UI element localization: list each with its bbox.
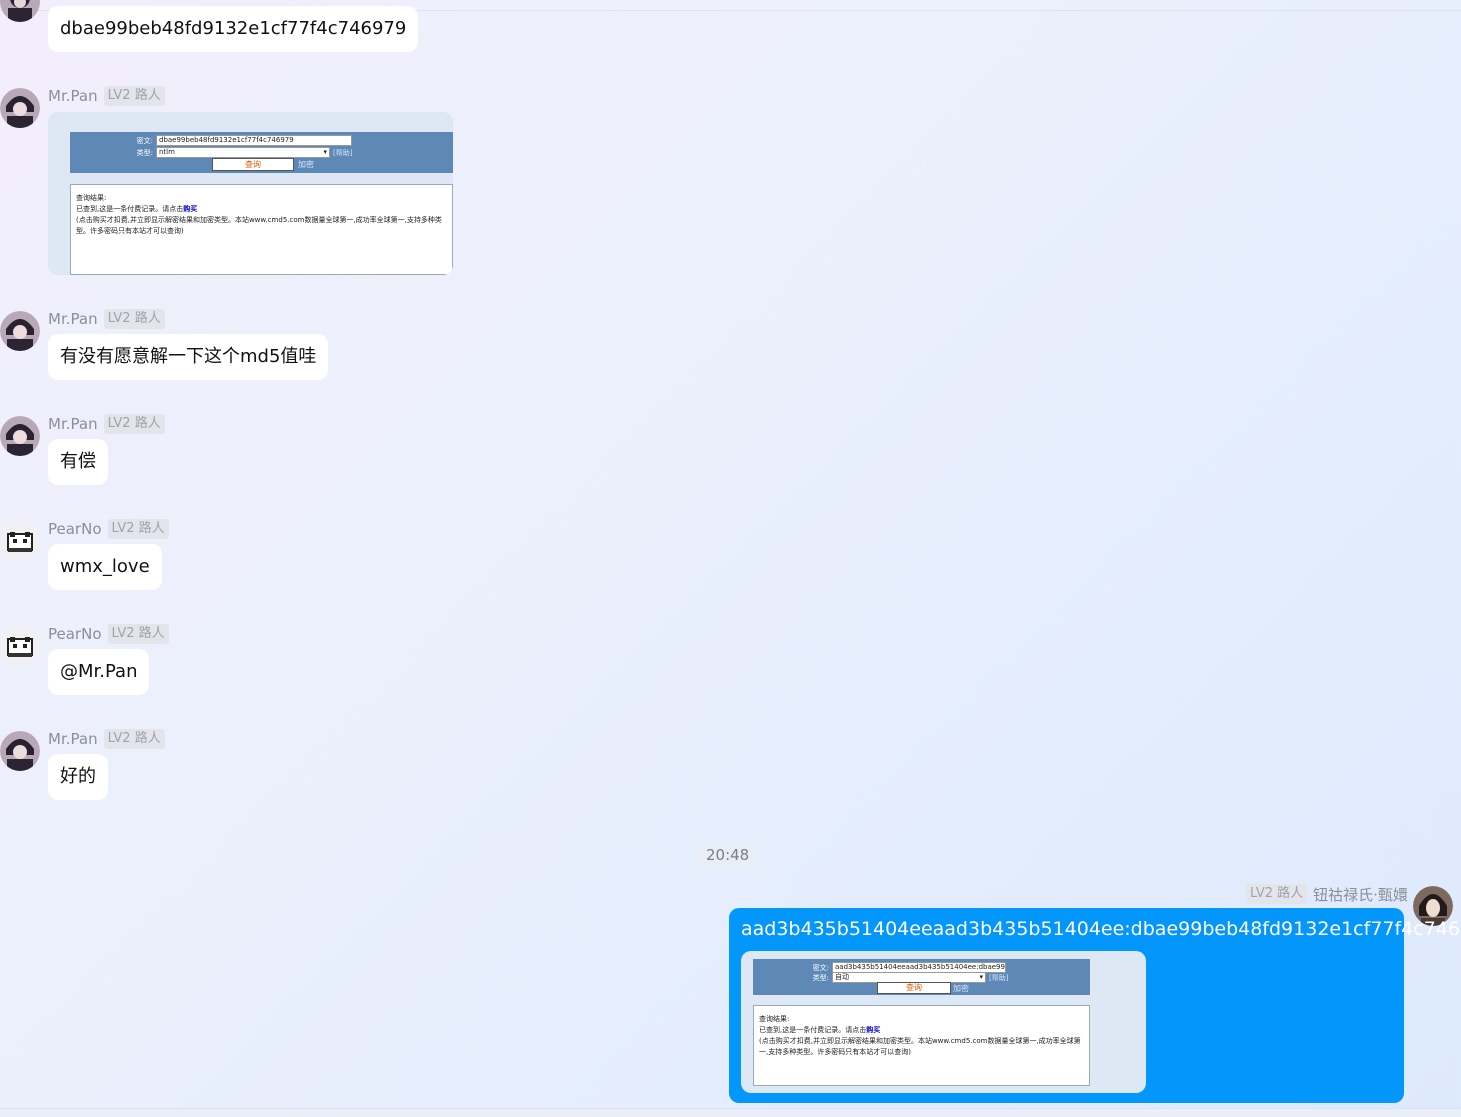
level-badge: LV2 路人 xyxy=(107,624,169,644)
level-badge: LV2 路人 xyxy=(103,86,165,106)
self-image-message[interactable]: 密文: aad3b435b51404eeaad3b435b51404ee:dba… xyxy=(741,951,1146,1093)
avatar-pearno[interactable] xyxy=(0,626,40,666)
sender-line: PearNo LV2 路人 xyxy=(48,623,169,645)
cipher-row: 密文: dbae99beb48fd9132e1cf77f4c746979 xyxy=(125,135,352,146)
self-name[interactable]: 钮祜禄氏·甄嬛 xyxy=(1313,884,1408,905)
sender-line: PearNo LV2 路人 xyxy=(48,518,169,540)
self-message-text: aad3b435b51404eeaad3b435b51404ee:dbae99b… xyxy=(741,918,1461,940)
avatar-mrpan[interactable] xyxy=(0,311,40,351)
query-button: 查询 xyxy=(212,158,294,171)
sender-name[interactable]: PearNo xyxy=(48,625,102,643)
result-box: 查询结果: 已查到,这是一条付费记录。请点击购买 (点击购买才扣费,并立即显示解… xyxy=(70,184,453,275)
sender-name[interactable]: Mr.Pan xyxy=(48,87,98,105)
query-button: 查询 xyxy=(877,982,951,994)
self-message-bubble[interactable]: aad3b435b51404eeaad3b435b51404ee:dbae99b… xyxy=(729,908,1461,1103)
avatar-mrpan[interactable] xyxy=(0,416,40,456)
message-bubble[interactable]: wmx_love xyxy=(48,544,162,590)
level-badge: LV2 路人 xyxy=(107,519,169,539)
level-badge: LV2 路人 xyxy=(1246,884,1308,904)
sender-line: Mr.Pan LV2 路人 xyxy=(48,308,165,330)
encrypt-link: 加密 xyxy=(298,160,314,169)
sender-line: Mr.Pan LV2 路人 xyxy=(48,728,165,750)
image-message[interactable]: 密文: dbae99beb48fd9132e1cf77f4c746979 类型:… xyxy=(48,112,453,275)
message-bubble[interactable]: dbae99beb48fd9132e1cf77f4c746979 xyxy=(48,6,419,52)
self-sender-line: LV2 路人 钮祜禄氏·甄嬛 xyxy=(1246,883,1408,905)
encrypt-link: 加密 xyxy=(953,984,969,993)
message-bubble[interactable]: 好的 xyxy=(48,754,108,800)
sender-name[interactable]: Mr.Pan xyxy=(48,730,98,748)
level-badge: LV2 路人 xyxy=(103,414,165,434)
sender-line: Mr.Pan LV2 路人 xyxy=(48,85,165,107)
timestamp: 20:48 xyxy=(696,842,760,868)
avatar-mrpan[interactable] xyxy=(0,731,40,771)
sender-name[interactable]: Mr.Pan xyxy=(48,415,98,433)
avatar-mrpan[interactable] xyxy=(0,0,40,22)
message-bubble[interactable]: 有没有愿意解一下这个md5值哇 xyxy=(48,334,329,380)
level-badge: LV2 路人 xyxy=(103,309,165,329)
avatar-mrpan[interactable] xyxy=(0,88,40,128)
level-badge: LV2 路人 xyxy=(103,729,165,749)
message-bubble[interactable]: 有偿 xyxy=(48,439,108,485)
sender-line: Mr.Pan LV2 路人 xyxy=(48,413,165,435)
sender-name[interactable]: PearNo xyxy=(48,520,102,538)
result-box: 查询结果: 已查到,这是一条付费记录。请点击购买 (点击购买才扣费,并立即显示解… xyxy=(753,1005,1090,1086)
avatar-pearno[interactable] xyxy=(0,521,40,561)
cipher-input: dbae99beb48fd9132e1cf77f4c746979 xyxy=(156,135,352,146)
type-row: 类型: ntlm ▾ [帮助] xyxy=(136,147,353,158)
sender-name[interactable]: Mr.Pan xyxy=(48,310,98,328)
type-select: ntlm ▾ xyxy=(156,147,330,158)
message-bubble[interactable]: @Mr.Pan xyxy=(48,649,150,695)
